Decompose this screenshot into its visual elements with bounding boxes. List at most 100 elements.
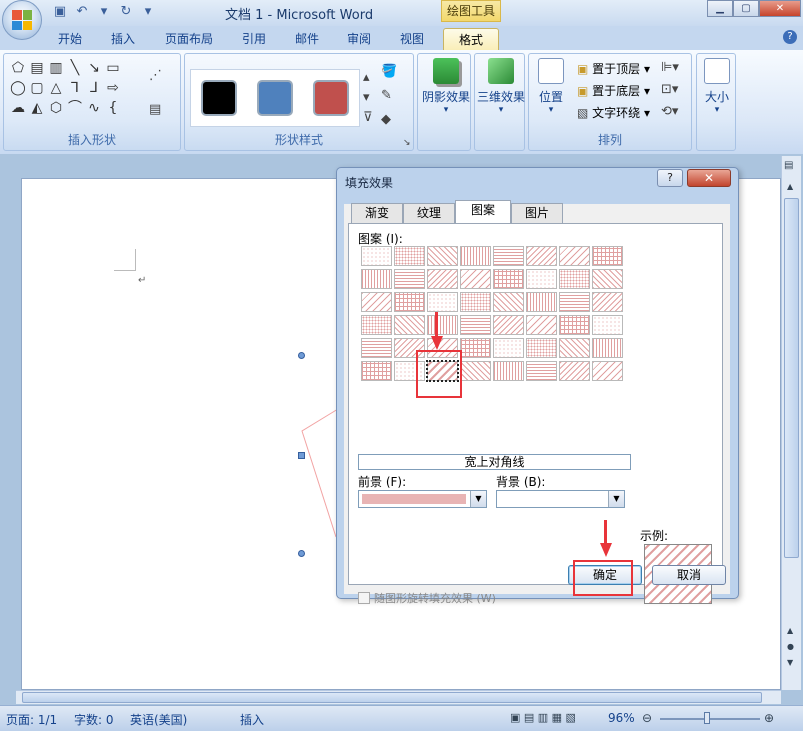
size-button[interactable]: 大小 ▾	[689, 58, 745, 115]
zoom-slider-thumb[interactable]	[704, 712, 710, 724]
pattern-swatch[interactable]	[460, 246, 491, 266]
tab-insert[interactable]: 插入	[101, 28, 145, 50]
zoom-slider[interactable]	[660, 718, 760, 720]
tab-gradient[interactable]: 渐变	[351, 203, 403, 223]
pattern-swatch[interactable]	[493, 292, 524, 312]
status-language[interactable]: 英语(美国)	[130, 711, 187, 728]
curve-icon[interactable]: ⌒	[66, 98, 84, 118]
foreground-color-dropdown[interactable]: ▼	[358, 490, 487, 508]
checkbox-icon[interactable]	[358, 592, 370, 604]
status-mode[interactable]: 插入	[240, 711, 264, 728]
scroll-up-icon[interactable]: ▲	[787, 182, 793, 191]
vertical-scrollbar[interactable]: ▤ ▲ ▲ ● ▼	[781, 156, 801, 690]
tab-page-layout[interactable]: 页面布局	[156, 28, 222, 50]
tab-review[interactable]: 审阅	[337, 28, 381, 50]
hexagon-icon[interactable]: ⬡	[47, 98, 65, 118]
pattern-swatch[interactable]	[361, 246, 392, 266]
pattern-swatch[interactable]	[460, 269, 491, 289]
tab-pattern[interactable]: 图案	[455, 200, 511, 223]
save-icon[interactable]: ▣	[52, 4, 68, 20]
shape-outline-icon[interactable]: ✎	[381, 88, 392, 103]
pattern-swatch[interactable]	[592, 315, 623, 335]
shapes-gallery[interactable]: ⬠ ▤ ▥ ╲ ↘ ▭ ◯ ▢ △ ⅂ ⅃ ⇨ ☁ ◭ ⬡ ⌒ ∿{	[9, 58, 122, 118]
horizontal-scrollbar[interactable]	[16, 690, 781, 704]
shape-handle-bottom[interactable]	[298, 550, 305, 557]
status-words[interactable]: 字数: 0	[74, 711, 114, 728]
pattern-swatch[interactable]	[361, 292, 392, 312]
pattern-swatch[interactable]	[526, 315, 557, 335]
pattern-swatch[interactable]	[526, 338, 557, 358]
change-shape-icon[interactable]: ◆	[381, 112, 391, 127]
tab-texture[interactable]: 纹理	[403, 203, 455, 223]
redo-icon[interactable]: ↻	[118, 4, 134, 20]
pattern-swatch[interactable]	[493, 361, 524, 381]
pattern-swatch[interactable]	[427, 315, 458, 335]
pattern-swatch[interactable]	[460, 292, 491, 312]
status-zoom[interactable]: 96%	[608, 711, 635, 725]
tab-home[interactable]: 开始	[48, 28, 92, 50]
wave-icon[interactable]: ∿	[85, 98, 103, 118]
close-button[interactable]: ✕	[759, 0, 801, 17]
gallery-more-icon[interactable]: ⊽	[363, 110, 373, 125]
background-color-dropdown[interactable]: ▼	[496, 490, 625, 508]
rotate-with-shape-checkbox[interactable]: 随图形旋转填充效果 (W)	[358, 590, 496, 606]
pattern-swatch[interactable]	[361, 361, 392, 381]
pattern-swatch[interactable]	[559, 269, 590, 289]
pattern-swatch[interactable]	[526, 292, 557, 312]
customize-qat-icon[interactable]: ▾	[140, 4, 156, 20]
rectangle-icon[interactable]: ▭	[104, 58, 122, 78]
prev-page-icon[interactable]: ▲	[787, 626, 793, 635]
cloud-icon[interactable]: ☁	[9, 98, 27, 118]
line-icon[interactable]: ╲	[66, 58, 84, 78]
textbox-icon[interactable]: ▤	[28, 58, 46, 78]
pattern-swatch[interactable]	[460, 315, 491, 335]
pattern-swatch[interactable]	[592, 361, 623, 381]
pattern-swatch[interactable]	[493, 338, 524, 358]
tab-references[interactable]: 引用	[232, 28, 276, 50]
next-page-icon[interactable]: ▼	[787, 658, 793, 667]
undo-icon[interactable]: ↶	[74, 4, 90, 20]
dialog-help-button[interactable]: ?	[657, 169, 683, 187]
send-to-back-button[interactable]: ▣ 置于底层 ▾	[577, 82, 650, 99]
pattern-swatch[interactable]	[559, 246, 590, 266]
pattern-swatch[interactable]	[592, 246, 623, 266]
zoom-out-icon[interactable]: ⊖	[642, 711, 652, 725]
brace-icon[interactable]: {	[104, 98, 122, 118]
tab-mailings[interactable]: 邮件	[285, 28, 329, 50]
maximize-button[interactable]: ▢	[733, 0, 759, 17]
pattern-swatch[interactable]	[559, 292, 590, 312]
hscroll-thumb[interactable]	[22, 692, 762, 703]
pattern-swatch[interactable]	[427, 292, 458, 312]
rotate-icon[interactable]: ⟲▾	[661, 104, 678, 119]
align-icon[interactable]: ⊫▾	[661, 60, 679, 75]
rounded-rect-icon[interactable]: ▢	[28, 78, 46, 98]
freeform-icon[interactable]: ◭	[28, 98, 46, 118]
status-page[interactable]: 页面: 1/1	[6, 711, 57, 728]
threed-effect-button[interactable]: 三维效果 ▾	[473, 58, 529, 115]
pattern-gallery[interactable]	[361, 246, 623, 382]
pattern-swatch[interactable]	[559, 315, 590, 335]
text-wrap-button[interactable]: ▧ 文字环绕 ▾	[577, 104, 650, 121]
oval-icon[interactable]: ◯	[9, 78, 27, 98]
style-swatch-blue[interactable]	[257, 80, 293, 116]
scroll-thumb[interactable]	[784, 198, 799, 558]
pattern-swatch[interactable]	[361, 269, 392, 289]
arrow-line-icon[interactable]: ↘	[85, 58, 103, 78]
pattern-swatch[interactable]	[394, 246, 425, 266]
pattern-swatch[interactable]	[361, 338, 392, 358]
pattern-swatch[interactable]	[493, 269, 524, 289]
pattern-swatch[interactable]	[394, 269, 425, 289]
tab-format[interactable]: 格式	[443, 28, 499, 50]
tab-view[interactable]: 视图	[390, 28, 434, 50]
view-buttons-icon[interactable]: ▣ ▤ ▥ ▦ ▧	[510, 711, 576, 724]
pattern-swatch[interactable]	[427, 246, 458, 266]
pentagon-icon[interactable]: ⬠	[9, 58, 27, 78]
gallery-up-icon[interactable]: ▴	[363, 70, 370, 85]
pattern-swatch[interactable]	[592, 292, 623, 312]
elbow-connector-icon[interactable]: ⅂	[66, 78, 84, 98]
style-swatch-black[interactable]	[201, 80, 237, 116]
minimize-button[interactable]: ▁	[707, 0, 733, 17]
pattern-swatch[interactable]	[592, 338, 623, 358]
help-icon[interactable]: ?	[783, 30, 797, 44]
pattern-swatch[interactable]	[427, 269, 458, 289]
